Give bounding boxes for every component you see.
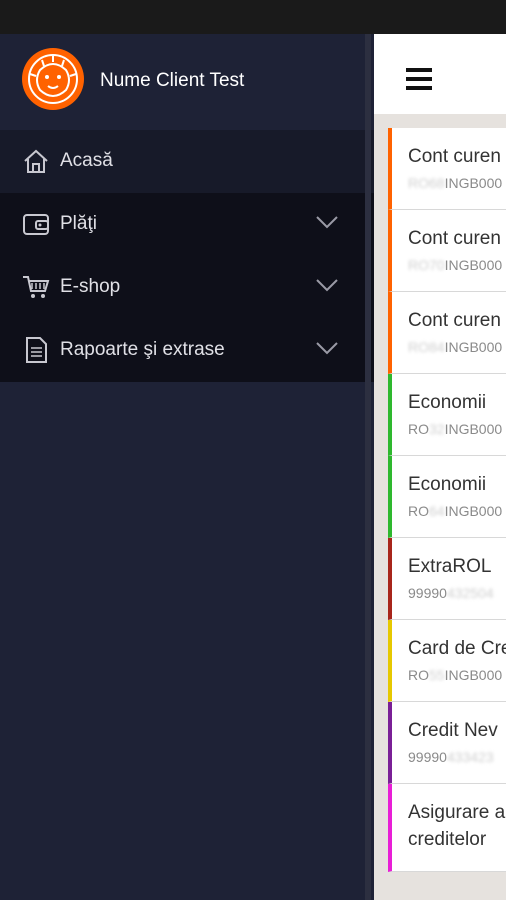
chevron-down-icon[interactable] [316, 215, 338, 229]
account-list: Cont curen RO68INGB000 Cont curen RO70IN… [388, 128, 506, 872]
account-iban: RO55INGB000 [408, 667, 503, 683]
account-name: ExtraROL [408, 556, 492, 577]
account-row[interactable]: Cont curen RO68INGB000 [388, 128, 506, 210]
account-name: Credit Nev [408, 720, 498, 741]
account-iban: 99990432504 [408, 585, 494, 601]
main-panel: Cont curen RO68INGB000 Cont curen RO70IN… [374, 34, 506, 900]
account-name: Economii [408, 474, 487, 495]
client-name: Nume Client Test [100, 70, 245, 91]
chevron-down-icon[interactable] [316, 341, 338, 355]
wallet-icon [23, 214, 49, 235]
drawer-menu: Acasă Plăţi E-shop Rapoarte şi extrase [0, 130, 374, 382]
drawer-header: Nume Client Test [0, 34, 374, 130]
menu-item-label: E-shop [60, 276, 121, 297]
document-icon [26, 337, 47, 363]
menu-icon[interactable] [406, 68, 432, 90]
account-iban: 99990433423 [408, 749, 494, 765]
drawer-scrollbar[interactable] [365, 34, 371, 900]
lion-logo-icon [22, 48, 84, 110]
status-bar [0, 0, 506, 34]
account-iban: RO84INGB000 [408, 339, 503, 355]
account-name: Cont curen [408, 310, 501, 331]
menu-item-label: Rapoarte şi extrase [60, 339, 225, 360]
account-name: Cont curen [408, 146, 501, 167]
cart-icon [23, 276, 50, 298]
menu-item-rapoarte[interactable]: Rapoarte şi extrase [0, 319, 374, 382]
menu-item-label: Plăţi [60, 213, 97, 234]
account-name: Card de Cre [408, 638, 506, 659]
account-row[interactable]: Economii RO32INGB000 [388, 374, 506, 456]
account-row[interactable]: ExtraROL 99990432504 [388, 538, 506, 620]
account-row[interactable]: Cont curen RO84INGB000 [388, 292, 506, 374]
account-iban: RO70INGB000 [408, 257, 503, 273]
home-icon [24, 149, 48, 173]
account-iban: RO32INGB000 [408, 421, 503, 437]
account-name: Economii [408, 392, 487, 413]
menu-item-label: Acasă [60, 150, 113, 171]
account-name: Cont curen [408, 228, 501, 249]
navigation-drawer: Nume Client Test Acasă Plăţi E-shop Rapo… [0, 34, 374, 900]
account-row[interactable]: Economii RO64INGB000 [388, 456, 506, 538]
account-row[interactable]: Asigurare a creditelor [388, 784, 506, 872]
menu-item-eshop[interactable]: E-shop [0, 256, 374, 319]
chevron-down-icon[interactable] [316, 278, 338, 292]
account-iban: RO64INGB000 [408, 503, 503, 519]
account-row[interactable]: Cont curen RO70INGB000 [388, 210, 506, 292]
menu-item-acasa[interactable]: Acasă [0, 130, 374, 193]
menu-item-plati[interactable]: Plăţi [0, 193, 374, 256]
account-row[interactable]: Credit Nev 99990433423 [388, 702, 506, 784]
account-name: Asigurare a [408, 802, 506, 823]
account-name-line2: creditelor [408, 829, 487, 850]
top-app-bar [374, 34, 506, 114]
account-row[interactable]: Card de Cre RO55INGB000 [388, 620, 506, 702]
account-iban: RO68INGB000 [408, 175, 503, 191]
